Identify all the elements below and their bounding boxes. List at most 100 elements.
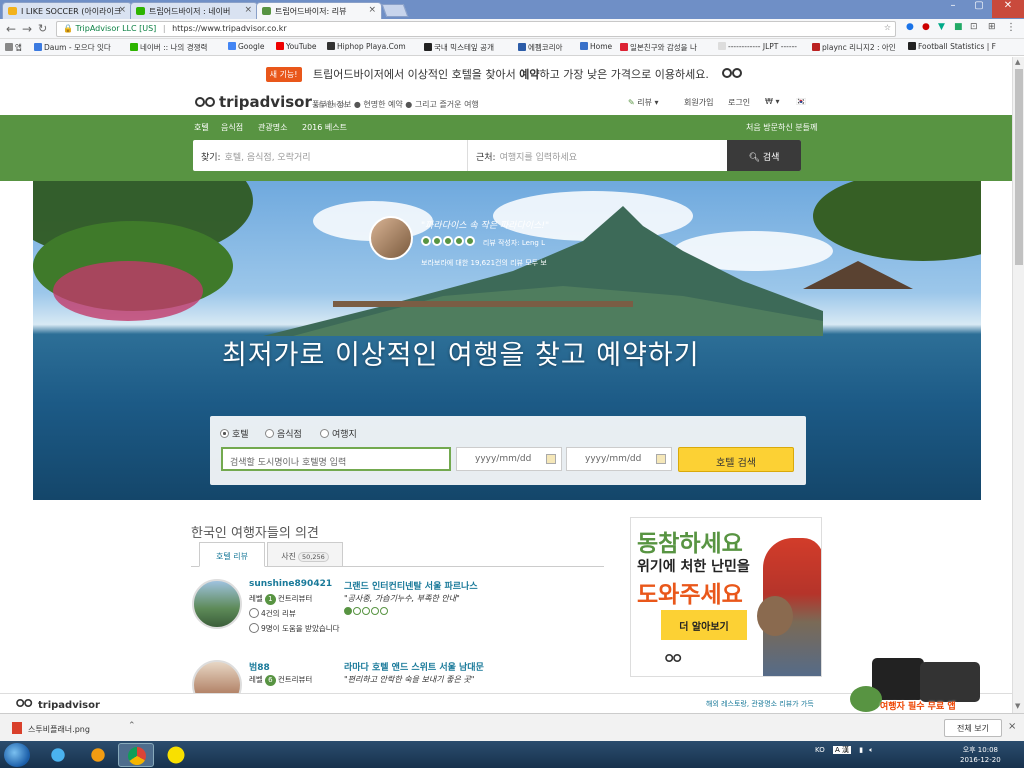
nav-best-2016[interactable]: 2016 베스트 bbox=[302, 122, 347, 133]
bookmark-item[interactable]: ------------ JLPT ------ bbox=[718, 42, 797, 51]
radio-destination[interactable]: 여행지 bbox=[320, 427, 357, 440]
new-tab-button[interactable] bbox=[381, 4, 409, 17]
close-tab-icon[interactable]: × bbox=[368, 5, 376, 15]
level-badge-icon: 1 bbox=[264, 594, 276, 605]
scrollbar-thumb[interactable] bbox=[1015, 69, 1023, 265]
bookmark-item[interactable]: Google bbox=[228, 42, 264, 51]
tab-photos[interactable]: 사진 50,256 bbox=[267, 542, 343, 567]
browser-tab[interactable]: I LIKE SOCCER (아이라이크 × bbox=[2, 2, 132, 19]
bookmark-item[interactable]: 일본친구와 감성을 나 bbox=[620, 42, 697, 53]
bookmark-apps[interactable]: 앱 bbox=[5, 42, 22, 53]
extension-icon[interactable]: ● bbox=[906, 22, 914, 32]
browser-tab[interactable]: 트립어드바이저 : 네이버 × bbox=[130, 2, 258, 19]
charity-ad[interactable]: 동참하세요 위기에 처한 난민을 도와주세요 더 알아보기 tripadviso… bbox=[630, 517, 822, 677]
close-icon[interactable]: × bbox=[1008, 721, 1016, 732]
hotel-name-link[interactable]: 라마다 호텔 앤드 스위트 서울 남대문 bbox=[344, 660, 484, 673]
footer-tripadvisor-logo[interactable]: tripadvisor bbox=[14, 697, 100, 711]
bookmark-item[interactable]: Daum - 모으다 잇다 bbox=[34, 42, 111, 53]
show-all-downloads-button[interactable]: 전체 보기 bbox=[944, 719, 1002, 737]
chrome-icon[interactable] bbox=[118, 743, 154, 767]
forward-arrow-icon[interactable]: → bbox=[22, 22, 32, 36]
hotel-search-button[interactable]: 호텔 검색 bbox=[678, 447, 794, 472]
find-input[interactable]: 찾기: 호텔, 음식점, 오락거리 bbox=[201, 150, 311, 163]
app-promo-phones[interactable]: 여행자 필수 무료 앱 bbox=[850, 656, 985, 713]
start-button[interactable] bbox=[4, 743, 30, 767]
review-quote[interactable]: "편리하고 안락한 숙을 보내기 좋은 곳" bbox=[344, 674, 474, 685]
close-tab-icon[interactable]: × bbox=[118, 5, 126, 15]
close-tab-icon[interactable]: × bbox=[244, 5, 252, 15]
minimize-button[interactable]: – bbox=[940, 0, 966, 18]
checkout-date-input[interactable]: yyyy/mm/dd bbox=[566, 447, 672, 471]
extension-icon[interactable]: ● bbox=[922, 22, 930, 32]
nav-restaurants[interactable]: 음식점 bbox=[221, 122, 243, 133]
calendar-icon bbox=[546, 454, 556, 464]
bookmark-item[interactable]: 네이버 :: 나의 경쟁력 bbox=[130, 42, 207, 53]
home-icon bbox=[580, 42, 588, 50]
korea-flag-icon[interactable]: 🇰🇷 bbox=[796, 97, 806, 106]
speaker-icon[interactable]: 🔈︎ bbox=[869, 746, 873, 754]
network-icon[interactable]: ▮ bbox=[859, 746, 863, 754]
destination-input[interactable]: 검색할 도시명이나 호텔명 입력 bbox=[221, 447, 451, 471]
radio-restaurant[interactable]: 음식점 bbox=[265, 427, 302, 440]
reviewer-avatar[interactable] bbox=[192, 579, 242, 629]
scroll-down-icon[interactable]: ▼ bbox=[1015, 702, 1020, 710]
browser-tab-active[interactable]: 트립어드바이저: 리뷰 × bbox=[256, 2, 382, 19]
internet-explorer-icon[interactable] bbox=[40, 743, 76, 767]
currency-select[interactable]: ₩ ▾ bbox=[765, 97, 779, 106]
maximize-button[interactable]: ▢ bbox=[966, 0, 992, 18]
rating-bubble-icon bbox=[443, 236, 453, 246]
extension-icon[interactable]: ⊡ bbox=[970, 22, 978, 32]
radio-hotel[interactable]: 호텔 bbox=[220, 427, 249, 440]
bookmark-item[interactable]: Football Statistics | F bbox=[908, 42, 996, 51]
language-indicator[interactable]: KO bbox=[815, 746, 825, 754]
reload-icon[interactable]: ↻ bbox=[38, 22, 47, 35]
site-search: 찾기: 호텔, 음식점, 오락거리 근처: 여행지를 입력하세요 🔍︎ 검색 bbox=[193, 140, 801, 171]
search-button[interactable]: 🔍︎ 검색 bbox=[727, 140, 801, 171]
ime-indicator[interactable]: A 漢 bbox=[832, 746, 851, 754]
bookmark-item[interactable]: 에펨코리아 bbox=[518, 42, 563, 53]
bookmark-item[interactable]: Hiphop Playa.Com bbox=[327, 42, 406, 51]
extension-icon[interactable]: ■ bbox=[954, 22, 963, 32]
near-input[interactable]: 근처: 여행지를 입력하세요 bbox=[476, 150, 577, 163]
download-item[interactable]: 스투비플래너.png bbox=[12, 722, 90, 735]
url-input[interactable]: 🔒 TripAdvisor LLC [US] | https://www.tri… bbox=[56, 21, 896, 37]
first-visit-link[interactable]: 처음 방문하신 분들께 bbox=[746, 122, 817, 133]
reviewer-name[interactable]: sunshine890421 bbox=[249, 579, 332, 589]
tab-title: I LIKE SOCCER (아이라이크 bbox=[21, 7, 122, 16]
reviewer-avatar[interactable] bbox=[192, 660, 242, 693]
extension-icon[interactable]: ▼ bbox=[938, 22, 945, 32]
write-review-menu[interactable]: ✎ 리뷰 ▾ bbox=[628, 97, 659, 108]
app-promo-text[interactable]: 해외 레스토랑, 관광명소 리뷰가 가득 bbox=[706, 699, 814, 709]
bookmark-item[interactable]: plaync 리니지2 : 아인 bbox=[812, 42, 896, 53]
bookmark-item[interactable]: Home bbox=[580, 42, 612, 51]
bookmark-item[interactable]: YouTube bbox=[276, 42, 317, 51]
bookmark-item[interactable]: 국내 믹스테잎 공개 bbox=[424, 42, 494, 53]
edit-icon: ✎ bbox=[628, 98, 638, 107]
owl-badge-icon bbox=[850, 686, 882, 712]
reviewer-name[interactable]: 범88 bbox=[249, 660, 270, 673]
login-link[interactable]: 로그인 bbox=[728, 97, 750, 108]
tab-hotel-reviews[interactable]: 호텔 리뷰 bbox=[199, 542, 265, 567]
media-player-icon[interactable] bbox=[80, 743, 116, 767]
review-count-link[interactable]: 보라보라에 대한 19,621건의 리뷰 모두 보 bbox=[421, 258, 547, 268]
signup-link[interactable]: 회원가입 bbox=[684, 97, 713, 108]
system-clock[interactable]: 오후 10:08 2016-12-20 bbox=[960, 745, 1001, 765]
back-arrow-icon[interactable]: ← bbox=[6, 22, 16, 36]
close-window-button[interactable]: ✕ bbox=[992, 0, 1024, 18]
reviewer-level: 레벨 1 컨트리뷰터 bbox=[249, 594, 313, 605]
kakaotalk-icon[interactable] bbox=[158, 743, 194, 767]
checkin-date-input[interactable]: yyyy/mm/dd bbox=[456, 447, 562, 471]
hotel-name-link[interactable]: 그랜드 인터컨티넨탈 서울 파르나스 bbox=[344, 579, 478, 592]
chevron-up-icon[interactable]: ⌃ bbox=[128, 721, 136, 731]
review-quote: "파라다이스 속 작은 파라다이스!" bbox=[421, 221, 550, 231]
scroll-up-icon[interactable]: ▲ bbox=[1015, 58, 1020, 66]
nav-hotels[interactable]: 호텔 bbox=[194, 122, 209, 133]
extension-icon[interactable]: ⊞ bbox=[988, 22, 996, 32]
booking-panel: 호텔 음식점 여행지 검색할 도시명이나 호텔명 입력 yyyy/mm/dd y… bbox=[210, 416, 806, 485]
learn-more-button[interactable]: 더 알아보기 bbox=[661, 610, 747, 640]
review-quote[interactable]: "공사중, 가습기누수, 부족한 안내" bbox=[344, 593, 460, 604]
page-scrollbar[interactable]: ▲ ▼ bbox=[1012, 57, 1024, 713]
nav-attractions[interactable]: 관광명소 bbox=[258, 122, 287, 133]
chrome-menu-icon[interactable]: ⋮ bbox=[1006, 22, 1016, 33]
bookmark-star-icon[interactable]: ☆ bbox=[884, 23, 891, 32]
